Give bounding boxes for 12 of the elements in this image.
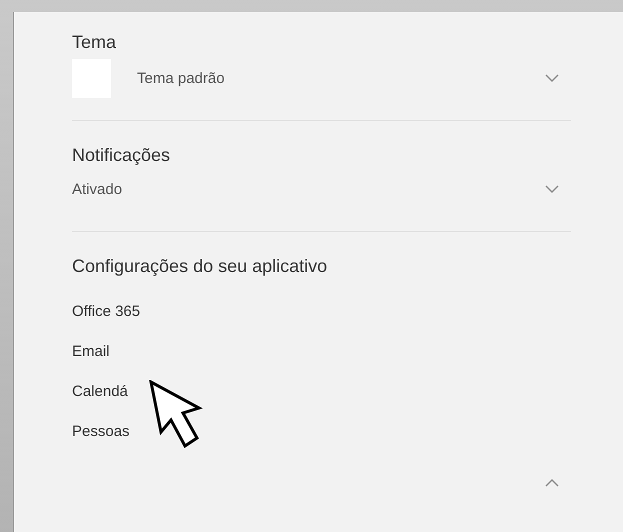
dropdown[interactable]: Tema padrão bbox=[72, 58, 571, 98]
app-link[interactable]: Office 365 bbox=[72, 302, 140, 322]
section-title: Configurações do seu aplicativo bbox=[72, 255, 328, 278]
chevron-icon[interactable] bbox=[545, 74, 559, 82]
dropdown[interactable]: Ativado bbox=[72, 169, 571, 209]
section-title: Tema bbox=[72, 31, 118, 54]
chevron-icon[interactable] bbox=[545, 184, 559, 194]
app-link[interactable]: Calendá bbox=[72, 382, 128, 402]
app-link[interactable]: Pessoas bbox=[72, 422, 130, 442]
app-link[interactable]: Email bbox=[72, 342, 110, 362]
chevron-icon[interactable] bbox=[545, 478, 559, 487]
section-title: Notificações bbox=[72, 144, 172, 167]
